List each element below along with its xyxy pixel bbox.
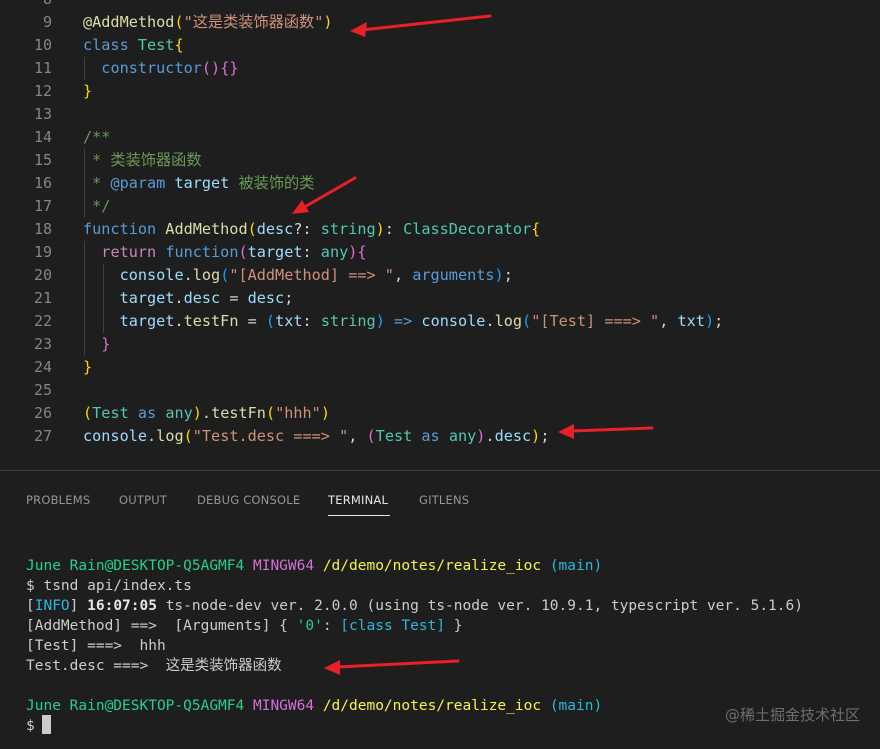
code-text: console.log("Test.desc ===> ", (Test as … (83, 427, 550, 445)
info-text: ts-node-dev ver. 2.0.0 (using ts-node ve… (165, 598, 803, 614)
line-number: 13 (33, 105, 52, 123)
tab-terminal[interactable]: TERMINAL (328, 493, 388, 507)
code-editor[interactable]: 8 9 @AddMethod("这是类装饰器函数") 10 class Test{ 11 … (0, 0, 880, 470)
code-line: 26 (Test as any).testFn("hhh") (0, 402, 880, 425)
code-line: 13 (0, 103, 880, 126)
annotation-arrow (324, 659, 460, 675)
code-line: 27 console.log("Test.desc ===> ", (Test a… (0, 425, 880, 448)
line-number: 20 (33, 266, 52, 284)
prompt-branch: (main) (549, 558, 603, 574)
active-tab-indicator (328, 515, 390, 516)
code-text: function AddMethod(desc?: string): Class… (83, 220, 541, 238)
code-text: } (83, 358, 93, 376)
code-line: 23 } (0, 333, 880, 356)
annotation-arrow (292, 176, 357, 214)
code-line: 15 * 类装饰器函数 (0, 149, 880, 172)
prompt-shell: MINGW64 (252, 698, 315, 714)
line-number: 21 (33, 289, 52, 307)
tab-debug-console[interactable]: DEBUG CONSOLE (197, 493, 300, 507)
code-line: 11 constructor(){} (0, 57, 880, 80)
code-text: console.log("[AddMethod] ==> ", argument… (119, 266, 513, 284)
line-number: 23 (33, 335, 52, 353)
indent-guide (103, 264, 104, 333)
code-text: @AddMethod("这是类装饰器函数") (83, 13, 333, 31)
arguments-value: [class Test] (340, 618, 446, 634)
code-text: constructor(){} (101, 59, 239, 77)
line-number: 17 (33, 197, 52, 215)
line-number: 15 (33, 151, 52, 169)
info-time: 16:07:05 (87, 598, 157, 614)
terminal-desc-line: Test.desc ===> 这是类装饰器函数 (26, 658, 282, 674)
code-text: } (101, 335, 111, 353)
prompt-shell: MINGW64 (252, 558, 315, 574)
line-number: 19 (33, 243, 52, 261)
code-line: 25 (0, 379, 880, 402)
code-text: class Test{ (83, 36, 184, 54)
line-number: 11 (33, 59, 52, 77)
terminal-prompt: June Rain@DESKTOP-Q5AGMF4 MINGW64 /d/dem… (26, 556, 602, 576)
code-line: 16 * @param target 被装饰的类 (0, 172, 880, 195)
code-text: target.desc = desc; (119, 289, 294, 307)
code-line: 18 function AddMethod(desc?: string): Cla… (0, 218, 880, 241)
terminal-cursor (42, 715, 51, 734)
indent-guide (84, 57, 85, 80)
code-line: 19 return function(target: any){ (0, 241, 880, 264)
terminal-info-line: [INFO] 16:07:05 ts-node-dev ver. 2.0.0 (… (26, 598, 803, 614)
line-number: 8 (0, 0, 52, 11)
terminal-command: $ tsnd api/index.ts (26, 578, 192, 594)
info-tag: INFO (34, 598, 70, 614)
terminal-addmethod-line: [AddMethod] ==> [Arguments] { '0': [clas… (26, 618, 463, 634)
code-text: /** (83, 128, 111, 146)
line-number: 18 (33, 220, 52, 238)
annotation-arrow (558, 424, 654, 439)
annotation-arrow (350, 14, 492, 37)
code-text: return function(target: any){ (101, 243, 367, 261)
code-line: 17 */ (0, 195, 880, 218)
arguments-key: '0' (296, 618, 323, 634)
line-number: 26 (33, 404, 52, 422)
desc-value: 这是类装饰器函数 (165, 658, 282, 674)
watermark: @稀土掘金技术社区 (724, 706, 860, 724)
line-number: 22 (33, 312, 52, 330)
code-text: (Test as any).testFn("hhh") (83, 404, 330, 422)
prompt-path: /d/demo/notes/realize_ioc (322, 698, 542, 714)
code-line: 22 target.testFn = (txt: string) => cons… (0, 310, 880, 333)
line-number: 27 (33, 427, 52, 445)
code-text: * 类装饰器函数 (83, 151, 202, 169)
code-line: 24} (0, 356, 880, 379)
panel-tabs: PROBLEMS OUTPUT DEBUG CONSOLE TERMINAL G… (0, 471, 880, 517)
code-text: * @param target 被装饰的类 (83, 174, 315, 192)
terminal-test-line: [Test] ===> hhh (26, 638, 166, 654)
terminal-prompt-symbol: $ (26, 718, 35, 734)
line-number: 16 (33, 174, 52, 192)
tab-output[interactable]: OUTPUT (119, 493, 167, 507)
tab-gitlens[interactable]: GITLENS (419, 493, 469, 507)
prompt-path: /d/demo/notes/realize_ioc (322, 558, 542, 574)
terminal-prompt: June Rain@DESKTOP-Q5AGMF4 MINGW64 /d/dem… (26, 696, 602, 716)
prompt-branch: (main) (549, 698, 603, 714)
line-number: 24 (33, 358, 52, 376)
code-text: } (83, 82, 93, 100)
code-text: target.testFn = (txt: string) => console… (119, 312, 724, 330)
line-number: 14 (33, 128, 52, 146)
code-line: 12} (0, 80, 880, 103)
code-line: 20 console.log("[AddMethod] ==> ", argum… (0, 264, 880, 287)
line-number: 9 (42, 13, 52, 31)
line-number: 25 (33, 381, 52, 399)
code-text: */ (83, 197, 111, 215)
indent-guide (84, 149, 85, 218)
prompt-user-host: June Rain@DESKTOP-Q5AGMF4 (26, 558, 245, 574)
prompt-user-host: June Rain@DESKTOP-Q5AGMF4 (26, 698, 245, 714)
indent-guide (84, 241, 85, 356)
tab-problems[interactable]: PROBLEMS (26, 493, 90, 507)
line-number: 12 (33, 82, 52, 100)
code-line: 21 target.desc = desc; (0, 287, 880, 310)
line-number: 10 (33, 36, 52, 54)
code-line: 14 /** (0, 126, 880, 149)
